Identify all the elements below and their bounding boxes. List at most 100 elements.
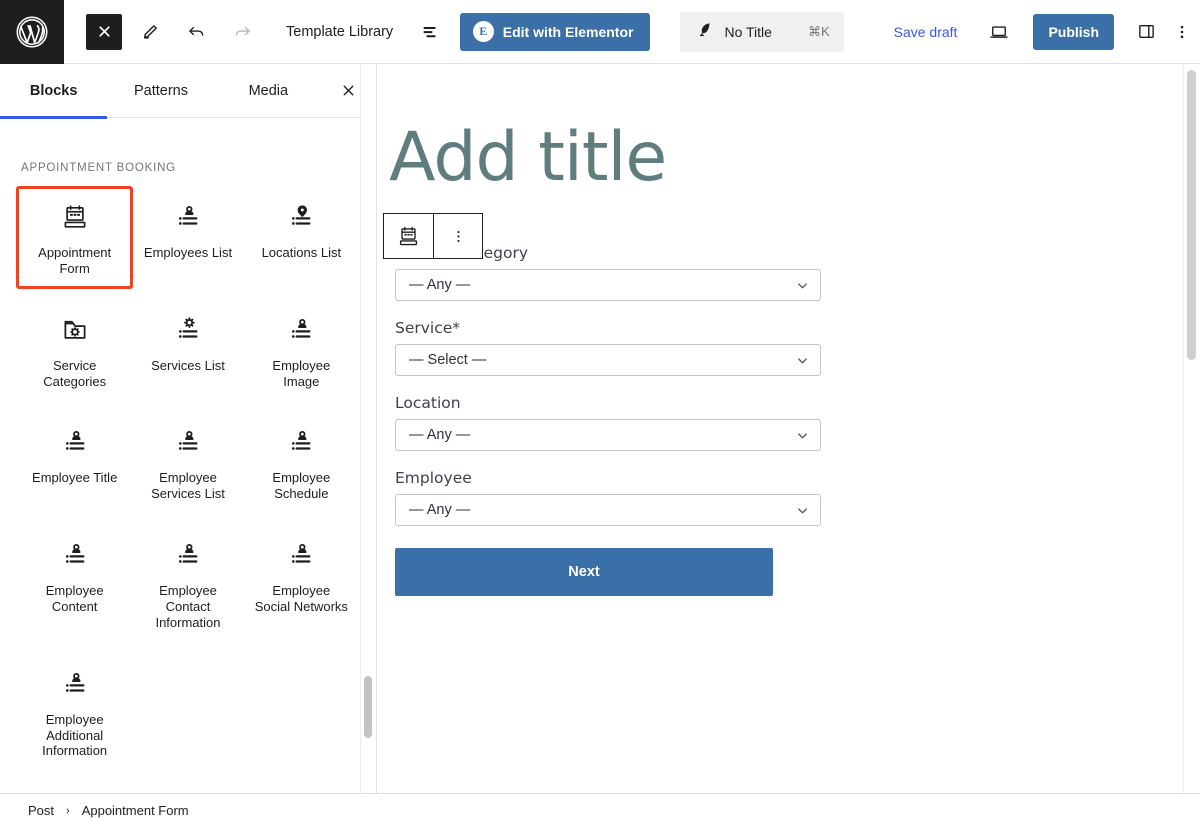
breadcrumb-separator-icon: › bbox=[66, 804, 70, 817]
block-item-services-list[interactable]: Services List bbox=[131, 301, 244, 400]
tab-media[interactable]: Media bbox=[215, 64, 322, 118]
sidebar-panel-icon[interactable] bbox=[1128, 14, 1164, 50]
block-item-employee-services-list[interactable]: Employee Services List bbox=[131, 413, 244, 512]
person-list-icon bbox=[58, 667, 92, 701]
select-value: — Select — bbox=[409, 352, 487, 368]
required-marker: * bbox=[452, 319, 461, 337]
chevron-down-icon bbox=[795, 428, 810, 443]
block-toolbar bbox=[383, 213, 483, 259]
save-draft-button[interactable]: Save draft bbox=[894, 24, 958, 40]
employee-select[interactable]: — Any — bbox=[395, 494, 821, 526]
breadcrumb-item-post[interactable]: Post bbox=[28, 803, 54, 818]
inserter-tabs: Blocks Patterns Media bbox=[0, 64, 376, 119]
post-title-input[interactable]: Add title bbox=[389, 124, 1183, 192]
inserter-scrollbar-track[interactable] bbox=[360, 64, 376, 793]
toolbar-left-controls bbox=[64, 13, 260, 50]
redo-arrow-icon[interactable] bbox=[224, 14, 260, 50]
chevron-down-icon bbox=[795, 353, 810, 368]
service-category-select[interactable]: — Any — bbox=[395, 269, 821, 301]
publish-button[interactable]: Publish bbox=[1033, 13, 1114, 50]
close-inserter-button[interactable] bbox=[86, 13, 122, 50]
chevron-down-icon bbox=[795, 503, 810, 518]
gear-list-icon bbox=[171, 313, 205, 347]
select-value: — Any — bbox=[409, 277, 471, 293]
select-value: — Any — bbox=[409, 502, 471, 518]
field-employee: Employee — Any — bbox=[395, 469, 821, 526]
editor-canvas-area: Add title Category — Any — Service* — Se… bbox=[377, 64, 1200, 793]
field-location: Location — Any — bbox=[395, 394, 821, 451]
editor-body: Blocks Patterns Media APPOINTMENT BOOKIN… bbox=[0, 64, 1200, 793]
inserter-scrollbar-thumb[interactable] bbox=[364, 676, 372, 738]
field-service: Service* — Select — bbox=[395, 319, 821, 376]
appointment-form-block: Service Category — Any — bbox=[389, 244, 821, 596]
calendar-form-icon bbox=[58, 200, 92, 234]
block-item-employee-additional-information[interactable]: Employee Additional Information bbox=[18, 655, 131, 770]
person-list-icon bbox=[284, 538, 318, 572]
elementor-button-label: Edit with Elementor bbox=[502, 23, 634, 40]
breadcrumb: Post › Appointment Form bbox=[0, 793, 1200, 827]
document-title-label: No Title bbox=[724, 23, 772, 40]
calendar-form-icon[interactable] bbox=[384, 214, 433, 258]
list-view-icon[interactable] bbox=[415, 14, 446, 50]
canvas-scrollbar-thumb[interactable] bbox=[1187, 70, 1196, 360]
laptop-preview-icon[interactable] bbox=[981, 14, 1017, 50]
canvas-scrollbar-track[interactable] bbox=[1183, 64, 1200, 793]
edit-with-elementor-button[interactable]: E Edit with Elementor bbox=[459, 12, 651, 51]
block-item-employee-image[interactable]: Employee Image bbox=[245, 301, 358, 400]
block-item-label: Appointment Form bbox=[38, 245, 112, 276]
block-item-employee-title[interactable]: Employee Title bbox=[18, 413, 131, 512]
tab-blocks[interactable]: Blocks bbox=[0, 64, 108, 119]
block-item-locations-list[interactable]: Locations List bbox=[245, 188, 358, 287]
quill-pen-icon bbox=[696, 20, 714, 43]
block-more-options-vertical-dots-icon[interactable] bbox=[433, 214, 482, 258]
person-list-icon bbox=[58, 538, 92, 572]
toolbar-right-controls: Save draft Publish bbox=[866, 13, 1200, 50]
block-item-label: Service Categories bbox=[43, 357, 107, 389]
block-item-employee-schedule[interactable]: Employee Schedule bbox=[245, 413, 358, 512]
block-item-appointment-form[interactable]: Appointment Form bbox=[15, 186, 134, 289]
location-select[interactable]: — Any — bbox=[395, 419, 821, 451]
block-inserter-panel: Blocks Patterns Media APPOINTMENT BOOKIN… bbox=[0, 64, 377, 793]
block-item-label: Employees List bbox=[143, 245, 233, 260]
folder-gear-icon bbox=[58, 313, 92, 347]
wordpress-block-editor: Template Library E Edit with Elementor N… bbox=[0, 0, 1200, 827]
block-item-employee-content[interactable]: Employee Content bbox=[18, 526, 131, 641]
map-pin-list-icon bbox=[284, 200, 318, 234]
document-title-chip[interactable]: No Title ⌘K bbox=[680, 11, 844, 52]
person-list-icon bbox=[58, 425, 92, 459]
editor-canvas: Add title Category — Any — Service* — Se… bbox=[377, 64, 1183, 793]
field-label-text: Service bbox=[395, 319, 453, 337]
block-category-heading: APPOINTMENT BOOKING bbox=[21, 162, 176, 174]
block-item-employee-contact-information[interactable]: Employee Contact Information bbox=[131, 526, 244, 641]
wordpress-logo-icon[interactable] bbox=[0, 0, 64, 64]
block-item-employee-social-networks[interactable]: Employee Social Networks bbox=[245, 526, 358, 641]
block-item-service-categories[interactable]: Service Categories bbox=[18, 301, 131, 400]
undo-arrow-icon[interactable] bbox=[178, 14, 214, 50]
pencil-edit-icon[interactable] bbox=[132, 14, 168, 50]
inserter-scroll-area: APPOINTMENT BOOKING Appointment Form Emp… bbox=[0, 118, 376, 793]
block-item-label: Employee Image bbox=[272, 357, 331, 389]
block-item-label: Locations List bbox=[261, 245, 342, 260]
field-label: Location bbox=[395, 394, 461, 412]
person-list-icon bbox=[171, 425, 205, 459]
person-list-icon bbox=[171, 200, 205, 234]
block-grid: Appointment Form Employees List Location… bbox=[15, 186, 358, 770]
block-item-label: Employee Contact Information bbox=[155, 583, 221, 630]
more-options-vertical-dots-icon[interactable] bbox=[1164, 14, 1200, 50]
block-item-label: Employee Title bbox=[32, 470, 118, 486]
block-item-label: Employee Schedule bbox=[272, 470, 331, 502]
tab-patterns[interactable]: Patterns bbox=[107, 64, 214, 118]
person-list-icon bbox=[284, 425, 318, 459]
editor-top-toolbar: Template Library E Edit with Elementor N… bbox=[0, 0, 1200, 64]
document-title-shortcut: ⌘K bbox=[807, 23, 830, 39]
next-button[interactable]: Next bbox=[395, 548, 773, 596]
template-library-button[interactable]: Template Library bbox=[286, 24, 393, 40]
service-select[interactable]: — Select — bbox=[395, 344, 821, 376]
block-item-label: Services List bbox=[151, 357, 225, 373]
breadcrumb-item-appointment-form[interactable]: Appointment Form bbox=[82, 803, 189, 818]
person-list-icon bbox=[171, 538, 205, 572]
select-value: — Any — bbox=[409, 427, 471, 443]
chevron-down-icon bbox=[795, 278, 810, 293]
block-item-employees-list[interactable]: Employees List bbox=[131, 188, 244, 287]
field-label: Employee bbox=[395, 469, 472, 487]
